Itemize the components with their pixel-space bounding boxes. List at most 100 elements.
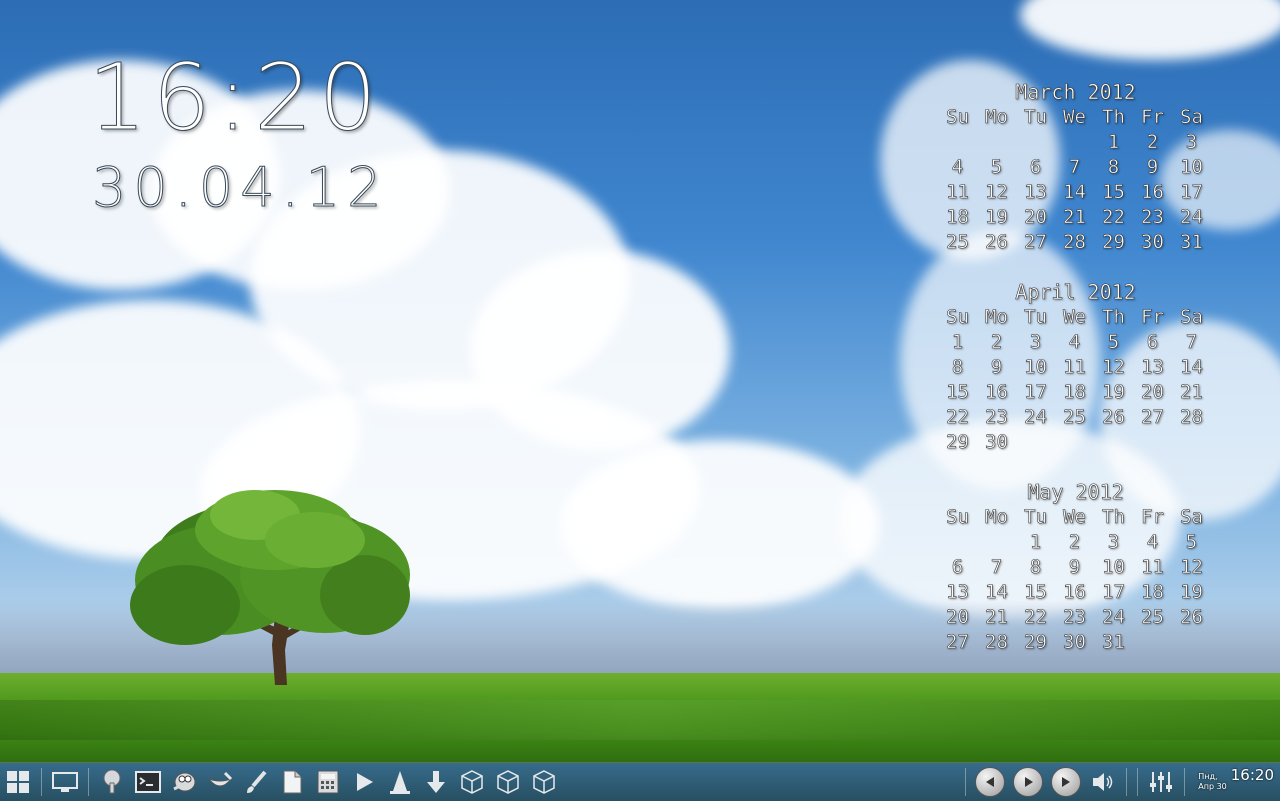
cube-icon-3[interactable] (529, 767, 559, 797)
app-menu-icon[interactable] (3, 767, 33, 797)
system-tray: Пнд, Апр 30 16:20 (960, 763, 1280, 801)
calendar-day: 30 (1141, 231, 1164, 254)
calendar-day: 13 (1141, 356, 1164, 379)
calendar-day: 22 (946, 406, 969, 429)
calendar-week-row: 1 2 3 (938, 130, 1213, 155)
calendar-week-row: 11 12 13 14 15 16 17 (938, 180, 1213, 205)
calendar-weekday: Tu (1024, 306, 1047, 329)
calendar-day: 1 (1029, 531, 1042, 554)
calendar-day: 11 (1141, 556, 1164, 579)
terminal-icon[interactable] (133, 767, 163, 797)
calendar-month: May 2012 Su Mo Tu We Th Fr Sa 1 2 3 4 5 6 7 8 9 10 11 12 13 1… (938, 480, 1213, 655)
show-desktop-icon[interactable] (50, 767, 80, 797)
system-tool-icon[interactable] (97, 767, 127, 797)
calendar-day: 27 (1141, 406, 1164, 429)
calendar-weekday: Mo (985, 506, 1008, 529)
calendar-day: 8 (1029, 556, 1042, 579)
calendar-day: 27 (946, 631, 969, 654)
calendar-day (1172, 630, 1211, 655)
calendar-weekday: Sa (1180, 506, 1203, 529)
vlc-icon[interactable] (385, 767, 415, 797)
calendar-day: 7 (990, 556, 1003, 579)
tray-date-label: Апр 30 (1198, 782, 1227, 791)
calendar-week-row: 22 23 24 25 26 27 28 (938, 405, 1213, 430)
calendar-week-row: 15 16 17 18 19 20 21 (938, 380, 1213, 405)
calendar-day: 26 (1102, 406, 1125, 429)
calendar-day: 2 (990, 331, 1003, 354)
calendar-weekday: Th (1102, 106, 1125, 129)
tray-clock[interactable]: 16:20 (1231, 766, 1274, 784)
calendar-day: 9 (1068, 556, 1081, 579)
calendar-weekday: Su (946, 506, 969, 529)
calendar-day: 9 (1146, 156, 1159, 179)
tray-day-label: Пнд, (1198, 772, 1218, 781)
calendar-day: 6 (951, 556, 964, 579)
calendar-day: 21 (985, 606, 1008, 629)
calendar-day: 5 (1107, 331, 1120, 354)
cube-icon-2[interactable] (493, 767, 523, 797)
calendar-day (1133, 630, 1172, 655)
calculator-icon[interactable] (313, 767, 343, 797)
calendar-day: 12 (985, 181, 1008, 204)
tray-date[interactable]: Пнд, Апр 30 (1198, 772, 1227, 792)
calendar-day: 4 (1068, 331, 1081, 354)
calendar-day: 13 (946, 581, 969, 604)
cube-icon-1[interactable] (457, 767, 487, 797)
previous-track-button[interactable] (975, 767, 1006, 797)
inkscape-icon[interactable] (205, 767, 235, 797)
calendar-day: 25 (946, 231, 969, 254)
calendar-day: 18 (946, 206, 969, 229)
calendar-weekday-header: Su Mo Tu We Th Fr Sa (938, 305, 1213, 330)
calendar-day: 29 (1024, 631, 1047, 654)
calendar-week-row: 1 2 3 4 5 6 7 (938, 330, 1213, 355)
calendar-day: 31 (1102, 631, 1125, 654)
calendar-day: 14 (985, 581, 1008, 604)
calendar-day: 12 (1180, 556, 1203, 579)
calendar-day: 26 (1180, 606, 1203, 629)
calendar-day: 23 (1141, 206, 1164, 229)
calendar-day (1055, 130, 1094, 155)
calendar-month-title: May 2012 (1027, 480, 1124, 505)
calendar-day: 20 (1141, 381, 1164, 404)
volume-icon[interactable] (1088, 767, 1118, 797)
calendar-day: 10 (1102, 556, 1125, 579)
calendar-day (1133, 430, 1172, 455)
calendar-weekday: We (1063, 506, 1086, 529)
calendar-day (1016, 130, 1055, 155)
download-icon[interactable] (421, 767, 451, 797)
calendar-day (938, 130, 977, 155)
document-icon[interactable] (277, 767, 307, 797)
calendar-day: 25 (1141, 606, 1164, 629)
gimp-icon[interactable] (169, 767, 199, 797)
brush-icon[interactable] (241, 767, 271, 797)
calendar-weekday: Su (946, 106, 969, 129)
calendar-day (977, 530, 1016, 555)
calendar-day (1172, 430, 1211, 455)
calendar-day (938, 530, 977, 555)
media-player-icon[interactable] (349, 767, 379, 797)
calendar-month-title: March 2012 (1015, 80, 1136, 105)
calendar-day: 25 (1063, 406, 1086, 429)
calendar-day: 2 (1146, 131, 1159, 154)
calendar-widget: March 2012 Su Mo Tu We Th Fr Sa 1 2 3 4 5 6 7 8 9 10 11 12 1… (938, 80, 1213, 680)
calendar-day: 3 (1107, 531, 1120, 554)
calendar-day: 21 (1063, 206, 1086, 229)
calendar-day: 30 (985, 431, 1008, 454)
desktop-clock-time: 16:20 (87, 44, 384, 151)
calendar-day: 15 (1024, 581, 1047, 604)
play-button[interactable] (1013, 767, 1044, 797)
calendar-day: 18 (1141, 581, 1164, 604)
calendar-day: 28 (1063, 231, 1086, 254)
calendar-day: 7 (1185, 331, 1198, 354)
calendar-day: 28 (1180, 406, 1203, 429)
calendar-day: 3 (1185, 131, 1198, 154)
calendar-day: 28 (985, 631, 1008, 654)
calendar-month-title: April 2012 (1015, 280, 1136, 305)
calendar-day: 17 (1102, 581, 1125, 604)
next-track-button[interactable] (1051, 767, 1082, 797)
calendar-day: 11 (1063, 356, 1086, 379)
calendar-day: 29 (1102, 231, 1125, 254)
mixer-settings-icon[interactable] (1146, 767, 1176, 797)
calendar-weekday: Tu (1024, 506, 1047, 529)
calendar-day: 4 (1146, 531, 1159, 554)
